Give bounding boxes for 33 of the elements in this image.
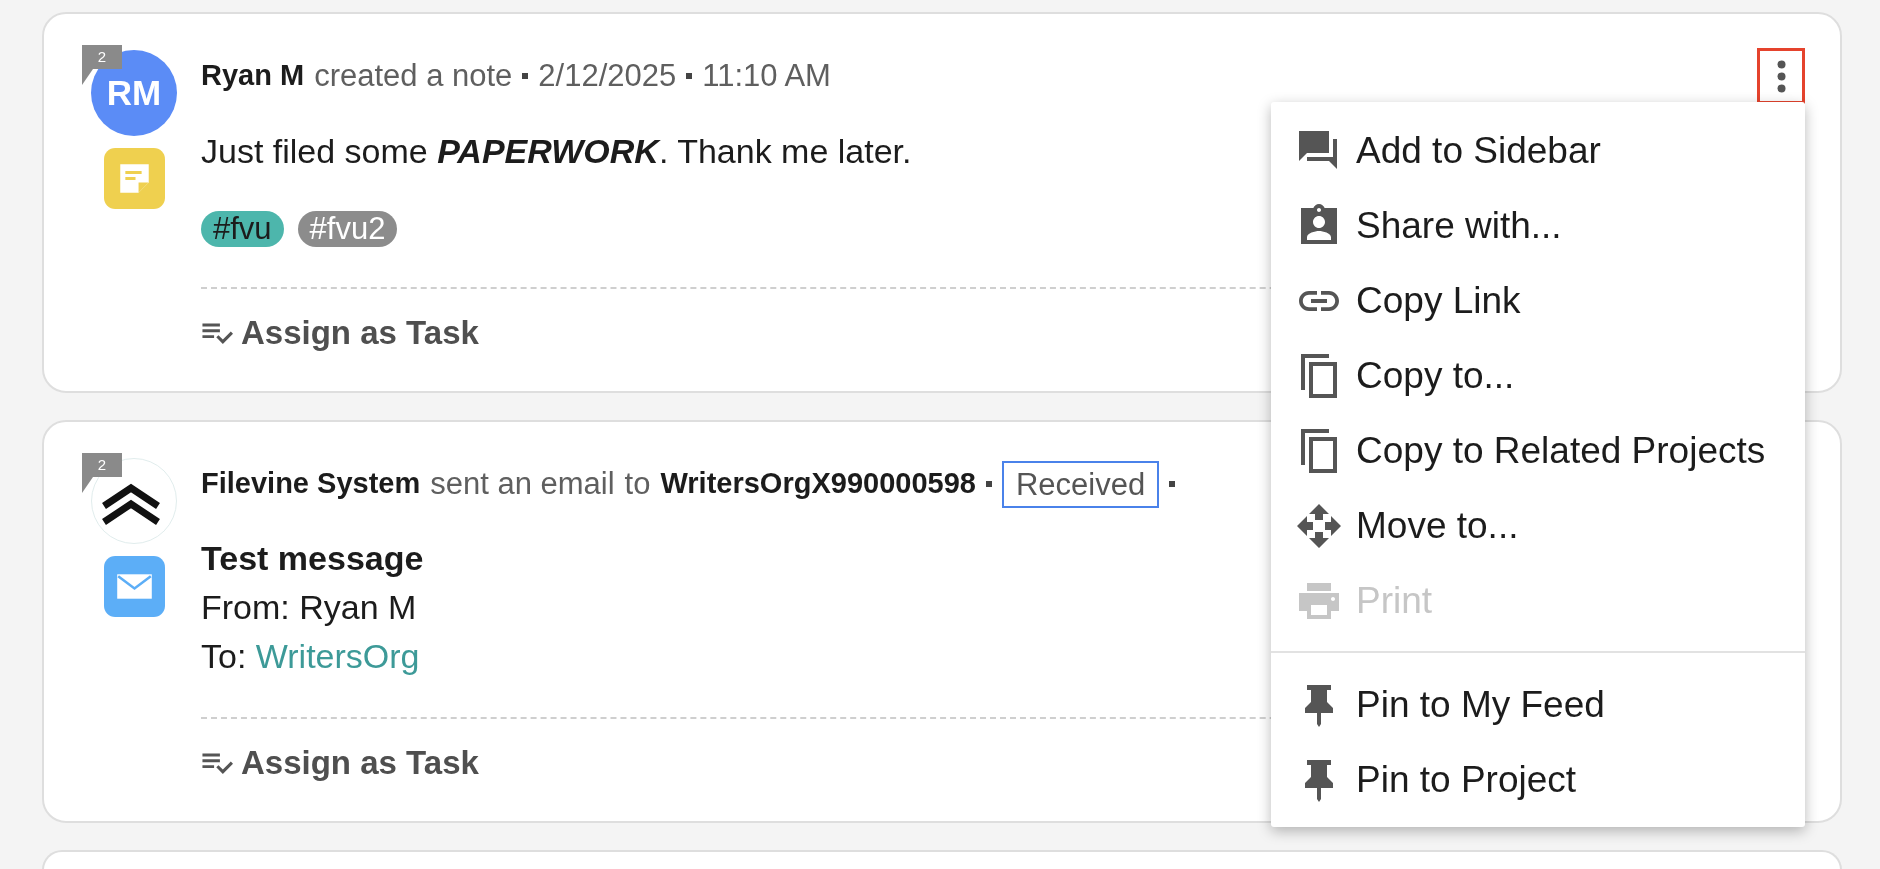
time-text: 11:10 AM bbox=[702, 56, 831, 95]
kebab-icon bbox=[1776, 59, 1786, 93]
email-icon bbox=[103, 556, 165, 617]
connector-text: to bbox=[624, 464, 651, 503]
author-name[interactable]: Filevine System bbox=[201, 462, 421, 506]
note-text: Just filed some PAPERWORK. Thank me later. bbox=[201, 131, 912, 171]
status-tag: Received bbox=[1001, 460, 1160, 508]
menu-item[interactable]: Add to Sidebar bbox=[1271, 113, 1805, 188]
note-icon bbox=[103, 148, 165, 209]
recipient-name[interactable]: WritersOrgX990000598 bbox=[660, 462, 976, 506]
menu-item[interactable]: Share with... bbox=[1271, 188, 1805, 263]
menu-item[interactable]: Copy to Related Projects bbox=[1271, 413, 1805, 488]
hashtag[interactable]: #fvu bbox=[201, 211, 284, 247]
email-subject: Test message bbox=[201, 538, 424, 579]
bullet-icon bbox=[1169, 481, 1176, 487]
assign-task-link[interactable]: Assign as Task bbox=[201, 741, 479, 785]
assign-task-link[interactable]: Assign as Task bbox=[201, 311, 479, 355]
menu-item[interactable]: Copy Link bbox=[1271, 263, 1805, 338]
email-from-line: From: Ryan M bbox=[201, 587, 417, 628]
author-name[interactable]: Ryan M bbox=[201, 54, 305, 98]
activity-text: sent an email bbox=[430, 464, 615, 503]
activity-text: created a note bbox=[314, 56, 513, 95]
date-text: 2/12/2025 bbox=[538, 56, 677, 95]
chevron-logo-icon bbox=[101, 483, 161, 525]
menu-item[interactable]: Copy to... bbox=[1271, 338, 1805, 413]
bullet-icon bbox=[985, 481, 992, 487]
bullet-icon bbox=[686, 73, 693, 79]
menu-item[interactable]: Pin to Project bbox=[1271, 742, 1805, 817]
menu-item[interactable]: Move to... bbox=[1271, 488, 1805, 563]
bullet-icon bbox=[522, 73, 529, 79]
email-to-line: To: WritersOrg bbox=[201, 636, 420, 677]
menu-item[interactable]: Pin to My Feed bbox=[1271, 667, 1805, 742]
move-arrows-icon bbox=[1297, 503, 1341, 548]
